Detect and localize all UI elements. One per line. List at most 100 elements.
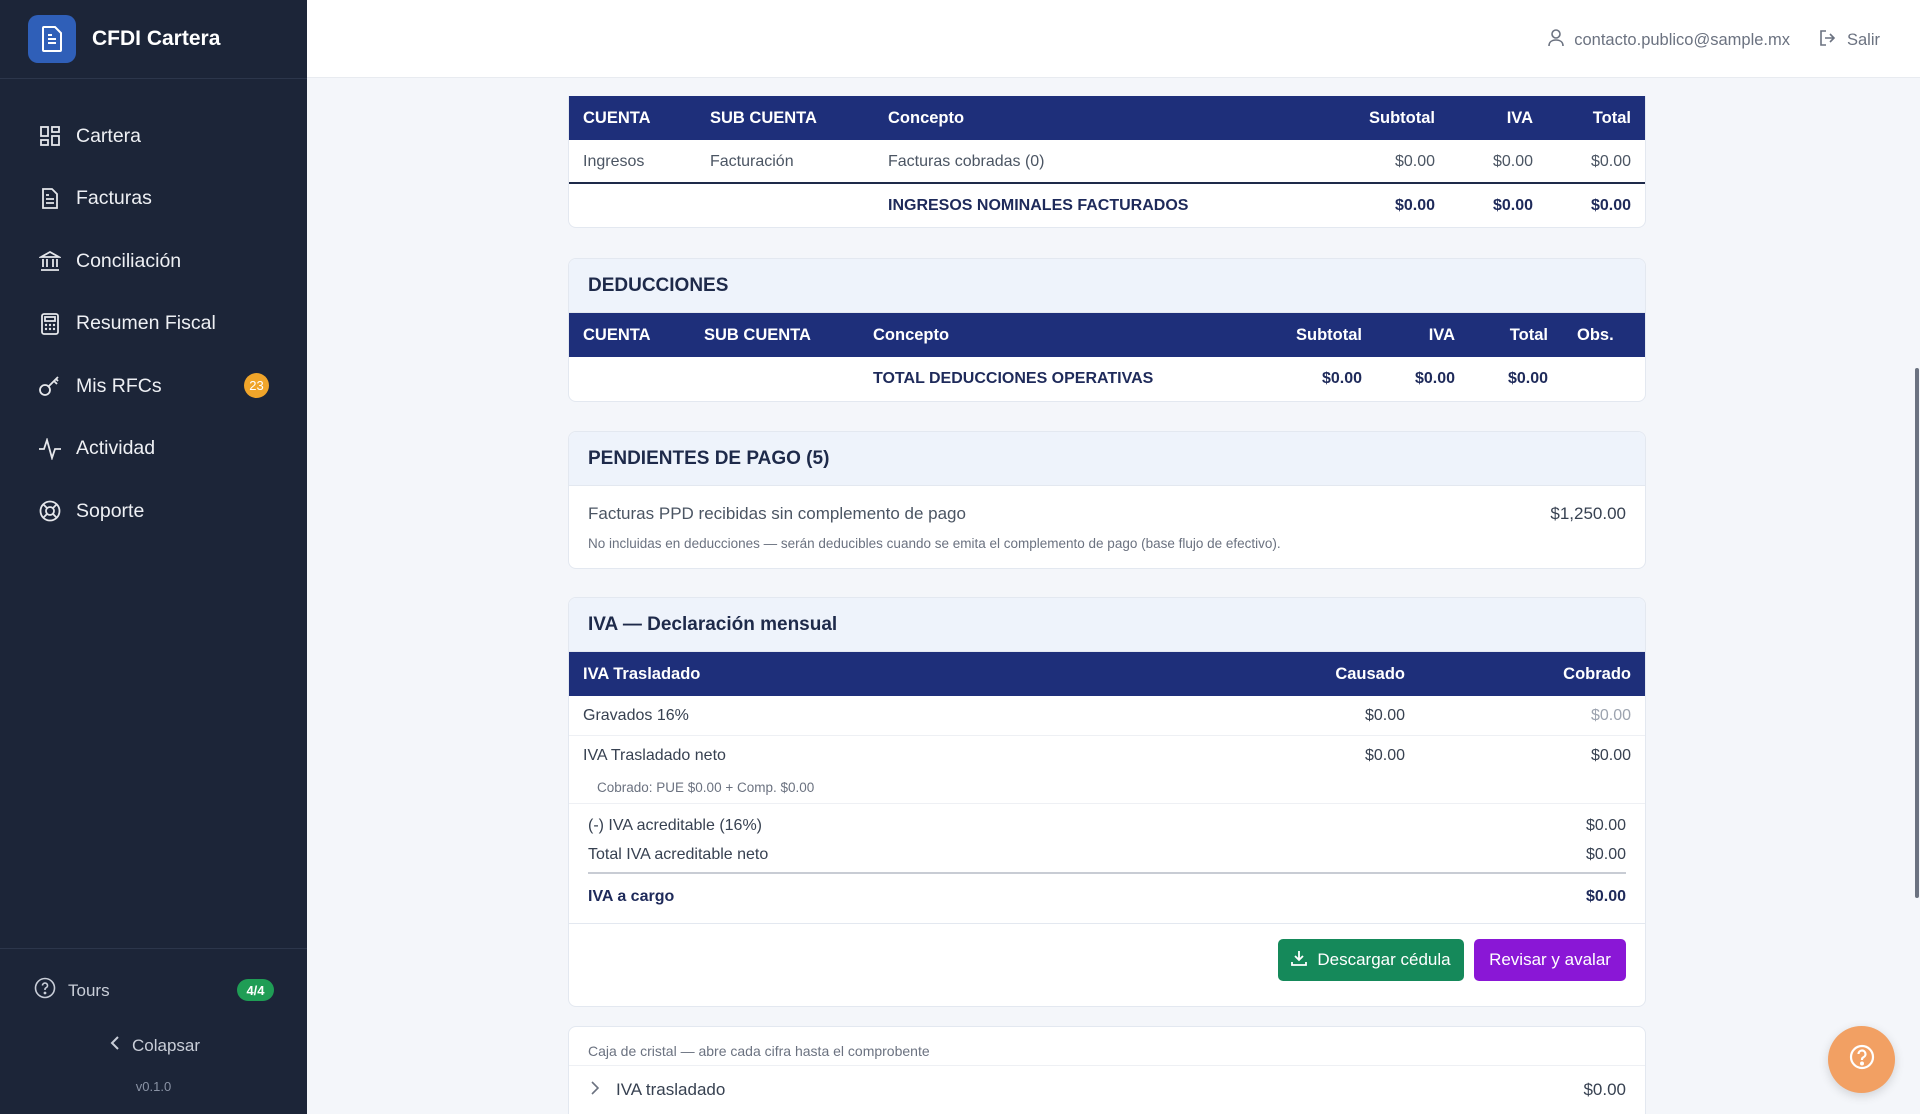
review-and-approve-button[interactable]: Revisar y avalar: [1474, 939, 1626, 981]
sidebar-item-cartera[interactable]: Cartera: [0, 110, 307, 162]
sidebar-item-label: Facturas: [76, 187, 152, 209]
cell-sub-cuenta: Facturación: [710, 153, 794, 170]
gravados-causado: $0.00: [1364, 707, 1405, 724]
sidebar-item-label: Cartera: [76, 124, 142, 147]
tours-progress-badge: 4/4: [237, 979, 274, 1001]
tours-label: Tours: [68, 980, 110, 1000]
total-iva: $0.00: [1414, 370, 1455, 387]
neto-note: Cobrado: PUE $0.00 + Comp. $0.00: [597, 780, 815, 795]
acreditable-neto-label: Total IVA acreditable neto: [588, 846, 769, 863]
sidebar-item-resumen-fiscal[interactable]: Resumen Fiscal: [0, 298, 307, 350]
acreditable-value: $0.00: [1585, 817, 1626, 834]
collapse-sidebar-button[interactable]: Colapsar: [110, 1035, 200, 1056]
key-icon: [38, 374, 62, 398]
total-total: $0.00: [1507, 370, 1548, 387]
logout-label: Salir: [1846, 31, 1880, 49]
sidebar-nav: Cartera Facturas Conciliación Resumen Fi…: [0, 79, 307, 537]
a-cargo-label: IVA a cargo: [588, 888, 675, 905]
col-sub-cuenta: SUB CUENTA: [704, 326, 811, 344]
document-icon: [28, 15, 76, 63]
caja-cristal-card: Caja de cristal — abre cada cifra hasta …: [568, 1026, 1646, 1114]
rfcs-count-badge: 23: [244, 373, 269, 398]
acreditable-neto-value: $0.00: [1585, 846, 1626, 863]
grid-icon: [38, 124, 62, 148]
sidebar-item-label: Soporte: [76, 499, 145, 522]
col-iva-trasladado: IVA Trasladado: [583, 665, 701, 683]
chevron-left-icon: [110, 1035, 120, 1056]
caja-item-iva-trasladado[interactable]: IVA trasladado $0.00: [569, 1065, 1645, 1114]
cell-total: $0.00: [1590, 153, 1631, 170]
deducciones-total-row: TOTAL DEDUCCIONES OPERATIVAS $0.00 $0.00…: [569, 357, 1645, 401]
total-concepto: INGRESOS NOMINALES FACTURADOS: [888, 197, 1189, 214]
iva-table-header: IVA Trasladado Causado Cobrado: [569, 652, 1645, 696]
logout-button[interactable]: Salir: [1819, 29, 1880, 52]
iva-a-cargo-row: IVA a cargo $0.00: [569, 874, 1645, 924]
deducciones-table-header: CUENTA SUB CUENTA Concepto Subtotal IVA …: [569, 313, 1645, 357]
pendientes-label: Facturas PPD recibidas sin complemento d…: [588, 504, 966, 523]
iva-card: IVA — Declaración mensual IVA Trasladado…: [568, 597, 1646, 1007]
pendientes-note: No incluidas en deducciones — serán dedu…: [588, 536, 1281, 551]
sidebar-item-actividad[interactable]: Actividad: [0, 423, 307, 475]
app-version: v0.1.0: [135, 1079, 172, 1094]
col-concepto: Concepto: [873, 326, 950, 344]
acreditable-label: (-) IVA acreditable (16%): [588, 817, 762, 834]
page-scrollbar[interactable]: [1914, 78, 1920, 1114]
col-subtotal: Subtotal: [1296, 326, 1362, 344]
table-row: Gravados 16% $0.00 $0.00: [569, 696, 1645, 736]
col-causado: Causado: [1335, 665, 1405, 683]
question-circle-icon: [1848, 1043, 1876, 1076]
calculator-icon: [38, 312, 62, 336]
pendientes-amount: $1,250.00: [1550, 504, 1626, 523]
caja-item-value: $0.00: [1583, 1080, 1626, 1099]
iva-actions: Descargar cédula Revisar y avalar: [569, 924, 1645, 996]
sidebar-item-soporte[interactable]: Soporte: [0, 485, 307, 537]
caja-item-label: IVA trasladado: [616, 1080, 726, 1099]
sidebar-item-facturas[interactable]: Facturas: [0, 173, 307, 225]
app-title: CFDI Cartera: [92, 27, 221, 50]
brand[interactable]: CFDI Cartera: [0, 0, 307, 79]
table-row[interactable]: Ingresos Facturación Facturas cobradas (…: [569, 140, 1645, 184]
document-icon: [38, 187, 62, 211]
neto-cobrado: $0.00: [1590, 747, 1631, 764]
total-total: $0.00: [1590, 197, 1631, 214]
neto-causado: $0.00: [1364, 747, 1405, 764]
col-concepto: Concepto: [888, 109, 965, 127]
acreditable-neto-row: Total IVA acreditable neto $0.00: [588, 838, 1626, 874]
activity-icon: [38, 437, 62, 461]
help-fab-button[interactable]: [1828, 1026, 1895, 1093]
deducciones-card: DEDUCCIONES CUENTA SUB CUENTA Concepto S…: [568, 258, 1646, 402]
download-label: Descargar cédula: [1317, 950, 1451, 969]
total-concepto: TOTAL DEDUCCIONES OPERATIVAS: [873, 370, 1154, 387]
user-menu[interactable]: contacto.publico@sample.mx: [1548, 29, 1790, 52]
lifebuoy-icon: [38, 499, 62, 523]
section-title: PENDIENTES DE PAGO (5): [569, 432, 1645, 486]
sidebar-footer: Tours 4/4 Colapsar v0.1.0: [0, 948, 307, 1114]
total-subtotal: $0.00: [1321, 370, 1362, 387]
sidebar-item-conciliacion[interactable]: Conciliación: [0, 235, 307, 287]
caja-caption: Caja de cristal — abre cada cifra hasta …: [588, 1043, 930, 1059]
bank-icon: [38, 249, 62, 273]
cell-iva: $0.00: [1492, 153, 1533, 170]
download-cedula-button[interactable]: Descargar cédula: [1278, 939, 1464, 981]
cell-cuenta: Ingresos: [583, 153, 645, 170]
topbar: contacto.publico@sample.mx Salir: [307, 0, 1920, 78]
chevron-right-icon: [591, 1080, 600, 1100]
logout-icon: [1819, 29, 1837, 52]
review-label: Revisar y avalar: [1489, 950, 1611, 969]
sidebar: CFDI Cartera Cartera Facturas Conciliaci…: [0, 0, 307, 1114]
col-iva: IVA: [1428, 326, 1455, 344]
tours-button[interactable]: Tours: [34, 977, 110, 1004]
sidebar-item-mis-rfcs[interactable]: Mis RFCs 23: [0, 360, 307, 412]
scrollbar-thumb[interactable]: [1915, 368, 1919, 898]
cell-subtotal: $0.00: [1394, 153, 1435, 170]
col-sub-cuenta: SUB CUENTA: [710, 109, 817, 127]
section-title: DEDUCCIONES: [569, 259, 1645, 313]
sidebar-item-label: Conciliación: [76, 249, 182, 272]
total-iva: $0.00: [1492, 197, 1533, 214]
user-icon: [1548, 29, 1565, 52]
help-circle-icon: [34, 977, 56, 1004]
ingresos-card: CUENTA SUB CUENTA Concepto Subtotal IVA …: [568, 96, 1646, 228]
col-cobrado: Cobrado: [1563, 665, 1631, 683]
user-email: contacto.publico@sample.mx: [1574, 31, 1790, 49]
gravados-label: Gravados 16%: [583, 707, 689, 724]
